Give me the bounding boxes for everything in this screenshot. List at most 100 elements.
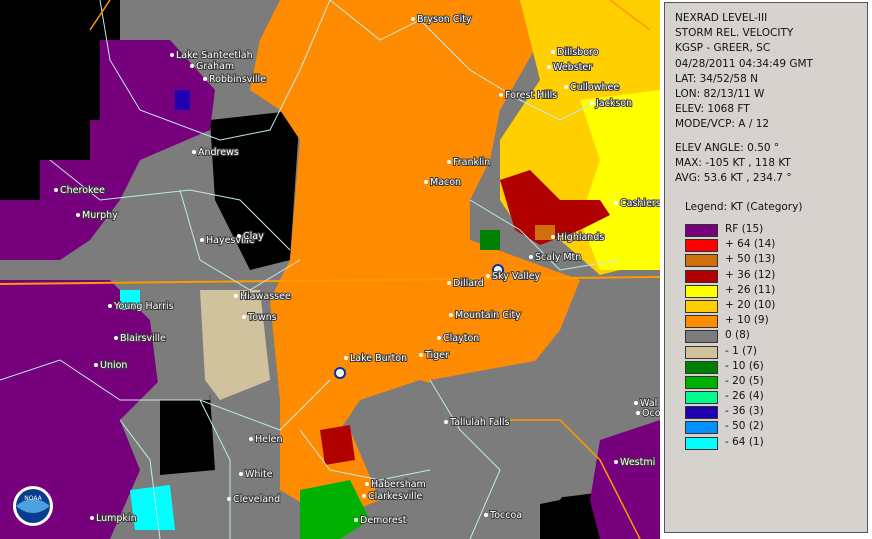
city-dot	[192, 150, 196, 154]
city-dot	[249, 437, 253, 441]
product-line: MODE/VCP: A / 12	[675, 118, 770, 131]
city-dot	[411, 17, 415, 21]
city-dot	[242, 315, 246, 319]
stats-line: AVG: 53.6 KT , 234.7 °	[675, 172, 792, 185]
legend-swatch	[685, 360, 718, 374]
stats-line: MAX: -105 KT , 118 KT	[675, 157, 791, 170]
noaa-logo: NOAA	[13, 486, 53, 526]
city-dot	[614, 460, 618, 464]
red-region	[320, 425, 355, 465]
product-line: LON: 82/13/11 W	[675, 88, 765, 101]
legend-swatch	[685, 224, 718, 237]
legend-label: - 36 (3)	[725, 405, 764, 418]
city-label: Lake Santeetlah	[176, 50, 253, 61]
city-label: Forest Hills	[505, 90, 557, 101]
legend-label: + 64 (14)	[725, 238, 776, 251]
city-label: Tiger	[424, 350, 449, 361]
city-dot	[237, 234, 241, 238]
city-dot	[499, 93, 503, 97]
city-label: Demorest	[360, 515, 407, 526]
legend-label: - 26 (4)	[725, 390, 764, 403]
city-dot	[114, 336, 118, 340]
product-line: KGSP - GREER, SC	[675, 42, 771, 55]
city-dot	[564, 85, 568, 89]
city-dot	[529, 255, 533, 259]
legend-swatch	[685, 330, 718, 344]
legend-swatch	[685, 436, 718, 450]
svg-text:NOAA: NOAA	[24, 495, 42, 502]
radar-site-marker	[334, 367, 346, 379]
radar-map: Bryson City Lake Santeetlah Graham Robbinsv…	[0, 0, 660, 539]
city-dot	[636, 411, 640, 415]
legend-label: - 1 (7)	[725, 344, 758, 357]
city-label: Tallulah Falls	[449, 417, 510, 428]
legend-swatch	[685, 269, 718, 283]
city-dot	[486, 274, 490, 278]
scan-stats: ELEV ANGLE: 0.50 ° MAX: -105 KT , 118 KT…	[675, 141, 792, 187]
city-label: Lumpkin	[96, 513, 137, 524]
city-dot	[234, 294, 238, 298]
legend-label: - 10 (6)	[725, 359, 764, 372]
city-dot	[449, 313, 453, 317]
city-label: Franklin	[453, 157, 490, 168]
city-dot	[365, 482, 369, 486]
green-region	[480, 230, 500, 250]
city-dot	[203, 77, 207, 81]
city-label: Macon	[430, 177, 461, 188]
city-dot	[239, 472, 243, 476]
city-label: Dillard	[453, 278, 484, 289]
legend-label: + 36 (12)	[725, 268, 776, 281]
product-line: LAT: 34/52/58 N	[675, 72, 758, 85]
legend-label: - 20 (5)	[725, 374, 764, 387]
legend-label: RF (15)	[725, 223, 764, 235]
city-dot	[484, 513, 488, 517]
city-label: Highlands	[557, 232, 604, 243]
legend-swatch	[685, 315, 718, 329]
city-label: Dillsboro	[557, 47, 599, 58]
tan-region	[200, 290, 270, 400]
blue-region	[175, 90, 190, 110]
city-label: Clay	[243, 231, 264, 242]
city-dot	[344, 356, 348, 360]
city-dot	[227, 497, 231, 501]
no-data-region	[160, 395, 215, 475]
city-dot	[424, 180, 428, 184]
city-dot	[634, 401, 638, 405]
city-label: Cherokee	[60, 185, 105, 196]
city-label: Hiawassee	[240, 291, 291, 302]
city-label: Scaly Mtn	[535, 252, 581, 263]
stats-line: ELEV ANGLE: 0.50 °	[675, 142, 780, 154]
city-label: Robbinsville	[209, 74, 266, 85]
legend-title: Legend: KT (Category)	[685, 201, 803, 213]
city-label: Helen	[255, 434, 283, 445]
legend-label: - 64 (1)	[725, 435, 764, 448]
city-dot	[94, 363, 98, 367]
city-label: White	[245, 469, 273, 480]
legend-label: + 10 (9)	[725, 314, 769, 327]
city-label: Blairsville	[120, 333, 166, 344]
city-label: Cleveland	[233, 494, 280, 505]
city-label: Mountain City	[455, 310, 521, 321]
city-dot	[590, 101, 594, 105]
city-dot	[170, 53, 174, 57]
city-dot	[551, 50, 555, 54]
cyan-region	[130, 485, 175, 530]
city-dot	[614, 201, 618, 205]
city-dot	[547, 65, 551, 69]
legend-label: + 26 (11)	[725, 283, 776, 296]
radar-map-canvas: Bryson City Lake SanteetlahGraham Robbinsv…	[0, 0, 660, 539]
legend-swatch	[685, 239, 718, 253]
city-dot	[447, 160, 451, 164]
city-label: Bryson City	[417, 14, 472, 25]
city-label: Cashiers	[620, 198, 660, 209]
city-label: Union	[100, 360, 127, 371]
city-label: Sky Valley	[492, 271, 541, 282]
product-info: NEXRAD LEVEL-III STORM REL. VELOCITY KGS…	[675, 11, 813, 133]
city-dot	[54, 188, 58, 192]
legend-swatch	[685, 345, 718, 359]
city-label: Habersham	[371, 479, 426, 490]
city-dot	[90, 516, 94, 520]
city-dot	[354, 518, 358, 522]
legend-swatch	[685, 254, 718, 268]
legend-swatch	[685, 421, 718, 435]
